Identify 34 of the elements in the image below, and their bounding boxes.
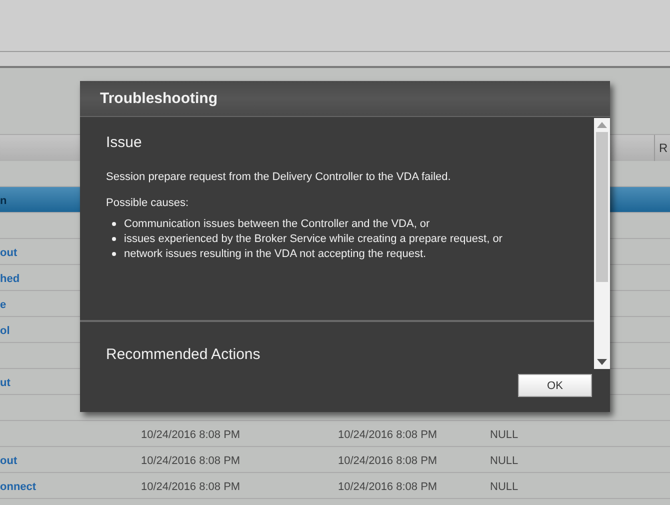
scroll-thumb[interactable]	[596, 132, 608, 282]
table-link[interactable]: n	[0, 194, 7, 206]
ok-button[interactable]: OK	[518, 374, 592, 397]
table-cell: NULL	[490, 454, 518, 466]
bullet-icon	[112, 252, 116, 256]
column-header: R	[659, 141, 668, 155]
table-link[interactable]: ol	[0, 324, 10, 336]
cause-text: issues experienced by the Broker Service while creating a prepare request, or	[124, 233, 502, 245]
table-cell: 10/24/2016 8:08 PM	[141, 428, 240, 440]
bullet-icon	[112, 237, 116, 241]
table-cell: 10/24/2016 8:08 PM	[338, 480, 438, 492]
scroll-down-icon[interactable]	[597, 359, 607, 365]
cause-text: Communication issues between the Controller and the VDA, or	[124, 218, 430, 230]
table-link[interactable]: ut	[0, 376, 10, 388]
table-link[interactable]: e	[0, 298, 6, 310]
table-cell: 10/24/2016 8:08 PM	[338, 454, 438, 466]
table-link[interactable]: onnect	[0, 480, 36, 492]
table-cell: 10/24/2016 8:08 PM	[141, 454, 240, 466]
table-link[interactable]: out	[0, 246, 18, 258]
scrollbar[interactable]	[594, 118, 610, 369]
dialog-title: Troubleshooting	[100, 90, 218, 107]
table-cell: 10/24/2016 8:08 PM	[338, 428, 438, 440]
cause-text: network issues resulting in the VDA not accepting the request.	[124, 248, 426, 260]
table-link[interactable]: hed	[0, 272, 20, 284]
section-heading: Recommended Actions	[106, 346, 262, 363]
bullet-icon	[112, 222, 116, 226]
table-link[interactable]: out	[0, 454, 18, 466]
causes-label: Possible causes:	[106, 197, 190, 209]
issue-text: Session prepare request from the Delivery Controller to the VDA failed.	[106, 171, 452, 183]
table-cell: 10/24/2016 8:08 PM	[141, 480, 240, 492]
table-cell: NULL	[490, 428, 518, 440]
table-cell: NULL	[490, 480, 518, 492]
scroll-up-icon[interactable]	[597, 122, 607, 128]
section-heading: Issue	[106, 134, 143, 151]
